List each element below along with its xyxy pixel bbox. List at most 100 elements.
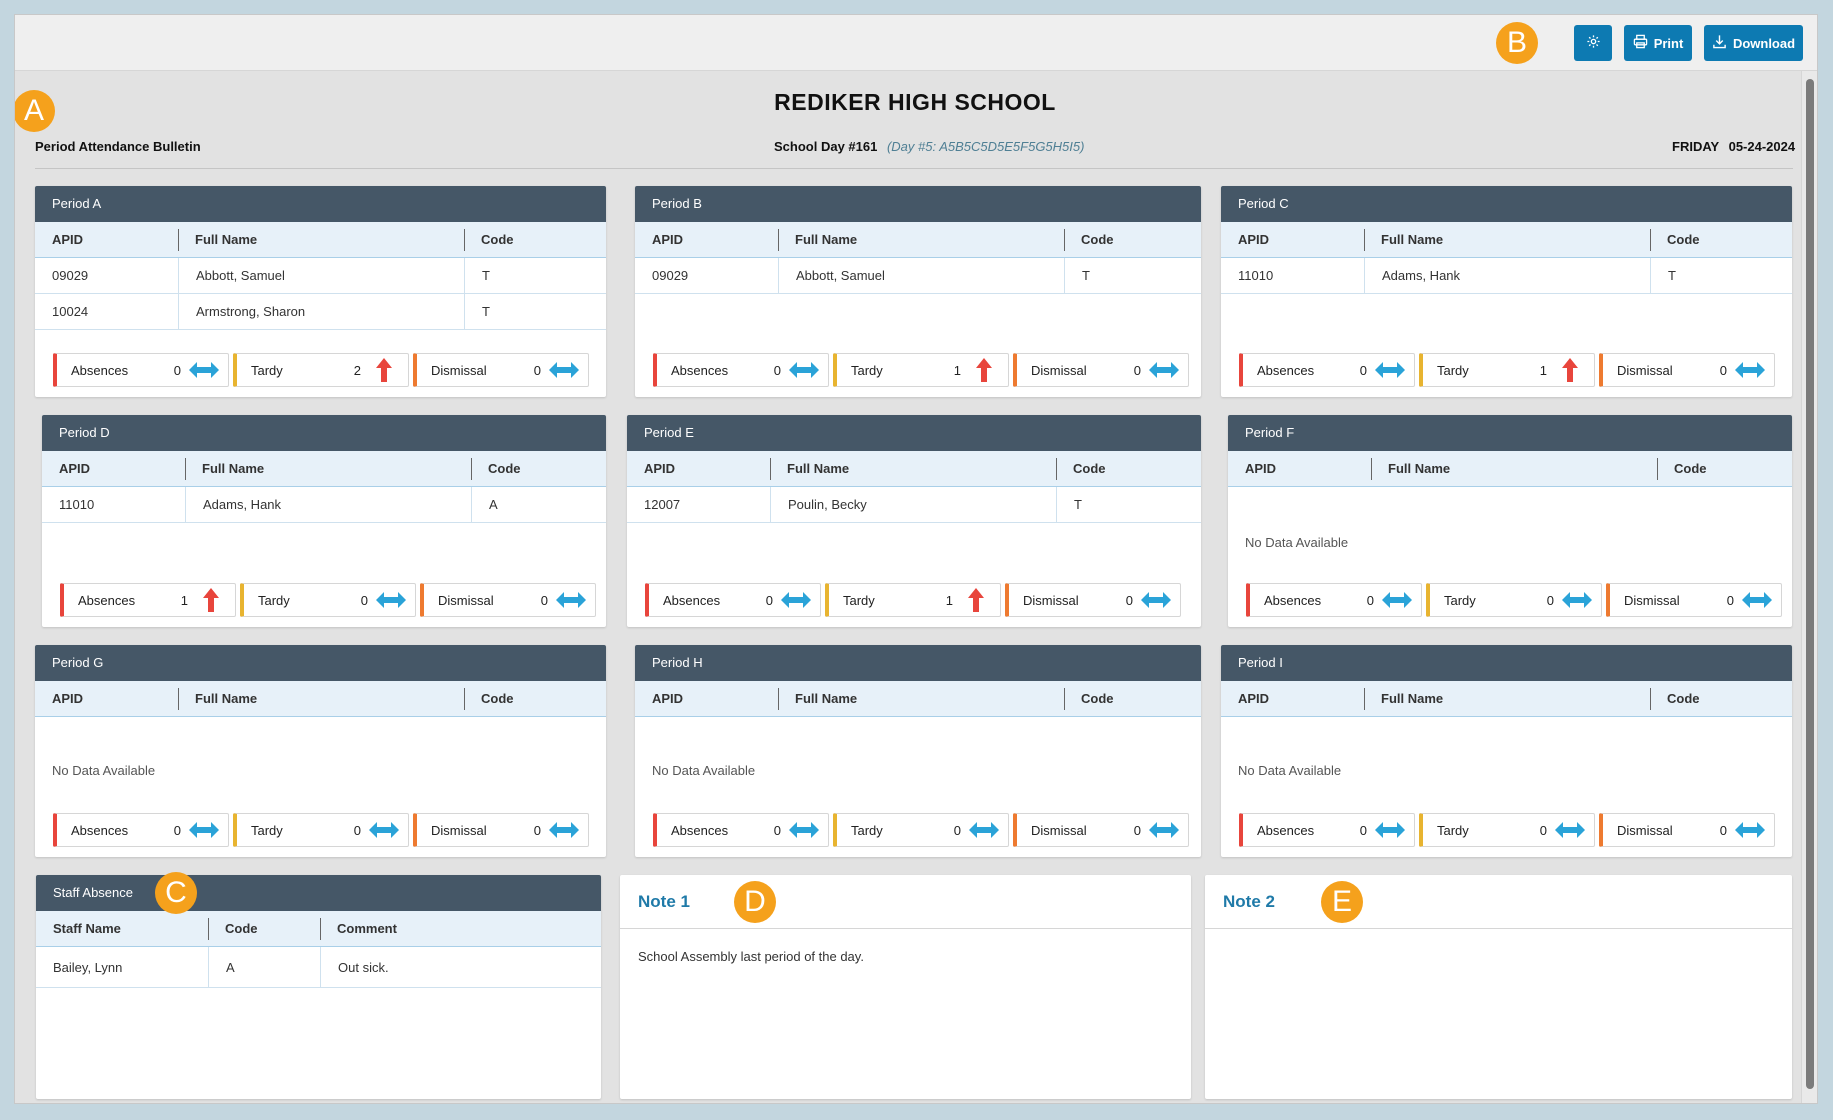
note-2-title: Note 2 — [1205, 875, 1792, 929]
tardy-stat: Tardy 1 — [1419, 353, 1595, 387]
no-data-message: No Data Available — [1245, 535, 1349, 550]
download-button[interactable]: Download — [1704, 25, 1803, 61]
dismissal-count: 0 — [1133, 822, 1141, 838]
tardy-count: 0 — [360, 592, 368, 608]
note-1-title: Note 1 — [620, 875, 1191, 929]
trend-flat-arrow-icon — [186, 357, 222, 383]
print-button[interactable]: Print — [1624, 25, 1692, 61]
trend-up-arrow-icon — [193, 587, 229, 613]
tardy-count: 1 — [953, 362, 961, 378]
absences-stat: Absences 0 — [653, 353, 829, 387]
trend-up-arrow-icon — [958, 587, 994, 613]
dismissal-count: 0 — [533, 822, 541, 838]
callout-marker-d: D — [734, 881, 776, 923]
tardy-stat: Tardy 1 — [825, 583, 1001, 617]
absences-label: Absences — [71, 822, 129, 838]
staff-table-header: Staff Name Code Comment — [36, 911, 601, 947]
trend-flat-arrow-icon — [778, 587, 814, 613]
apid-cell: 09029 — [652, 268, 689, 283]
period-stats: Absences 0 Tardy 1 Dismissal 0 — [653, 353, 1189, 387]
table-row[interactable]: 11010 Adams, Hank A — [42, 487, 606, 523]
absences-label: Absences — [671, 822, 729, 838]
tardy-label: Tardy — [251, 822, 283, 838]
dismissal-count: 0 — [540, 592, 548, 608]
column-code: Code — [208, 911, 320, 946]
period-title: Period H — [635, 645, 1201, 681]
absences-count: 0 — [173, 822, 181, 838]
trend-flat-arrow-icon — [1146, 357, 1182, 383]
absences-stat: Absences 0 — [1239, 353, 1415, 387]
header-divider — [35, 168, 1793, 169]
school-day-number: School Day #161 — [774, 139, 878, 154]
absences-label: Absences — [71, 362, 129, 378]
column-code: Code — [1064, 222, 1201, 257]
table-row[interactable]: 09029 Abbott, Samuel T — [635, 258, 1201, 294]
dismissal-stat: Dismissal 0 — [1606, 583, 1782, 617]
bulletin-window: Print Download B A REDIKER HIGH SCHOOL P… — [14, 14, 1818, 1104]
period-title: Period I — [1221, 645, 1792, 681]
absences-count: 0 — [1359, 362, 1367, 378]
staff-name-cell: Bailey, Lynn — [53, 960, 123, 975]
date-value: 05-24-2024 — [1728, 139, 1796, 154]
absences-stat: Absences 1 — [60, 583, 236, 617]
no-data-message: No Data Available — [52, 763, 156, 778]
absences-count: 0 — [765, 592, 773, 608]
settings-button[interactable] — [1574, 25, 1612, 61]
column-full-name: Full Name — [770, 451, 1056, 486]
period-stats: Absences 0 Tardy 1 Dismissal 0 — [645, 583, 1181, 617]
full-name-cell: Armstrong, Sharon — [178, 294, 464, 329]
vertical-scrollbar[interactable] — [1801, 71, 1817, 1103]
tardy-count: 1 — [1539, 362, 1547, 378]
school-day-info: School Day #161 (Day #5: A5B5C5D5E5F5G5H… — [774, 139, 1084, 154]
trend-flat-arrow-icon — [1146, 817, 1182, 843]
column-apid: APID — [644, 461, 676, 476]
period-table-header: APID Full Name Code — [627, 451, 1201, 487]
staff-absence-panel: Staff Absence Staff Name Code Comment Ba… — [36, 875, 601, 1099]
table-row[interactable]: 10024 Armstrong, Sharon T — [35, 294, 606, 330]
dismissal-label: Dismissal — [438, 592, 494, 608]
period-stats: Absences 0 Tardy 0 Dismissal 0 — [53, 813, 589, 847]
top-toolbar: Print Download — [15, 15, 1817, 71]
period-a-panel: Period A APID Full Name Code 09029 Abbott, Sa… — [35, 186, 606, 397]
column-full-name: Full Name — [778, 681, 1064, 716]
table-row[interactable]: 09029 Abbott, Samuel T — [35, 258, 606, 294]
trend-flat-arrow-icon — [546, 817, 582, 843]
column-apid: APID — [59, 461, 91, 476]
period-stats: Absences 1 Tardy 0 Dismissal 0 — [60, 583, 596, 617]
dismissal-label: Dismissal — [1617, 362, 1673, 378]
tardy-label: Tardy — [251, 362, 283, 378]
table-row[interactable]: 11010 Adams, Hank T — [1221, 258, 1792, 294]
dismissal-stat: Dismissal 0 — [420, 583, 596, 617]
note-1-panel: Note 1 School Assembly last period of th… — [620, 875, 1191, 1099]
staff-comment-cell: Out sick. — [320, 947, 601, 987]
staff-code-cell: A — [208, 947, 320, 987]
period-title: Period E — [627, 415, 1201, 451]
code-cell: T — [464, 258, 606, 293]
column-full-name: Full Name — [178, 681, 464, 716]
dismissal-stat: Dismissal 0 — [413, 353, 589, 387]
table-row[interactable]: Bailey, Lynn A Out sick. — [36, 947, 601, 988]
trend-up-arrow-icon — [1552, 357, 1588, 383]
trend-flat-arrow-icon — [966, 817, 1002, 843]
tardy-stat: Tardy 2 — [233, 353, 409, 387]
tardy-stat: Tardy 0 — [833, 813, 1009, 847]
scrollbar-thumb[interactable] — [1806, 79, 1814, 1089]
trend-flat-arrow-icon — [366, 817, 402, 843]
dismissal-stat: Dismissal 0 — [1005, 583, 1181, 617]
absences-label: Absences — [1257, 362, 1315, 378]
trend-up-arrow-icon — [366, 357, 402, 383]
full-name-cell: Adams, Hank — [185, 487, 471, 522]
trend-flat-arrow-icon — [786, 357, 822, 383]
absences-stat: Absences 0 — [53, 813, 229, 847]
code-cell: T — [1650, 258, 1792, 293]
table-row[interactable]: 12007 Poulin, Becky T — [627, 487, 1201, 523]
dismissal-stat: Dismissal 0 — [413, 813, 589, 847]
no-data-message: No Data Available — [1238, 763, 1342, 778]
dismissal-count: 0 — [1719, 362, 1727, 378]
full-name-cell: Adams, Hank — [1364, 258, 1650, 293]
download-icon — [1712, 34, 1727, 52]
tardy-label: Tardy — [1437, 362, 1469, 378]
absences-stat: Absences 0 — [1246, 583, 1422, 617]
tardy-label: Tardy — [843, 592, 875, 608]
column-staff-name: Staff Name — [53, 921, 121, 936]
